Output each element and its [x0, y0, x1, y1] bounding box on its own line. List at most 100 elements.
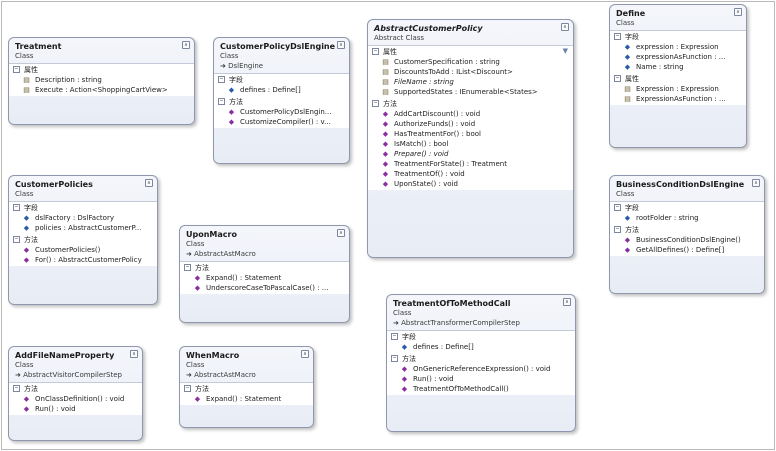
collapse-section-icon[interactable]: − — [13, 204, 20, 211]
collapse-section-icon[interactable]: − — [614, 75, 621, 82]
member-property[interactable]: ▤ Expression : Expression — [610, 84, 746, 94]
member-property[interactable]: ▤ Description : string — [9, 75, 194, 85]
section-header-methods[interactable]: − 方法 — [610, 224, 764, 235]
class-treatment[interactable]: Treatment Class ∧ − 属性 ▤ Description : str… — [8, 37, 195, 125]
collapse-section-icon[interactable]: − — [184, 264, 191, 271]
collapse-section-icon[interactable]: − — [614, 226, 621, 233]
member-field[interactable]: ◆ expressionAsFunction : ... — [610, 52, 746, 62]
filter-icon[interactable]: ▼ — [563, 47, 568, 55]
member-method[interactable]: ◆ For() : AbstractCustomerPolicy — [9, 255, 157, 265]
section-header-fields[interactable]: − 字段 — [387, 331, 575, 342]
member-field[interactable]: ◆ rootFolder : string — [610, 213, 764, 223]
section-header-fields[interactable]: − 字段 — [610, 31, 746, 42]
collapse-icon[interactable]: ∧ — [182, 41, 190, 49]
section-header-methods[interactable]: − 方法 — [180, 383, 313, 394]
class-header: CustomerPolicyDslEngine Class ➜ DslEngin… — [214, 38, 349, 73]
member-field[interactable]: ◆ defines : Define[] — [214, 85, 349, 95]
collapse-icon[interactable]: ∧ — [301, 350, 309, 358]
class-define[interactable]: Define Class ∧ − 字段 ◆ expression : Express… — [609, 4, 747, 148]
class-name: AddFileNameProperty — [15, 351, 115, 360]
member-field[interactable]: ◆ policies : AbstractCustomerP... — [9, 223, 157, 233]
class-name: WhenMacro — [186, 351, 240, 360]
member-method[interactable]: ◆ Prepare() : void — [368, 149, 573, 159]
member-method[interactable]: ◆ CustomerPolicyDslEngin... — [214, 107, 349, 117]
section-header-methods[interactable]: − 方法 — [9, 234, 157, 245]
class-customer-policies[interactable]: CustomerPolicies Class ∧ − 字段 ◆ dslFactory… — [8, 175, 158, 305]
method-icon: ◆ — [194, 274, 201, 282]
member-field[interactable]: ◆ dslFactory : DslFactory — [9, 213, 157, 223]
member-method[interactable]: ◆ Expand() : Statement — [180, 394, 313, 404]
class-when-macro[interactable]: WhenMacro Class ➜ AbstractAstMacro ∧ − 方法… — [179, 346, 314, 428]
collapse-section-icon[interactable]: − — [13, 385, 20, 392]
section-header-methods[interactable]: − 方法 — [387, 353, 575, 364]
collapse-icon[interactable]: ∧ — [145, 179, 153, 187]
member-property[interactable]: ▤ Execute : Action<ShoppingCartView> — [9, 85, 194, 95]
class-customer-policy-dsl-engine[interactable]: CustomerPolicyDslEngine Class ➜ DslEngin… — [213, 37, 350, 164]
collapse-icon[interactable]: ∧ — [561, 23, 569, 31]
class-abstract-customer-policy[interactable]: AbstractCustomerPolicy Abstract Class ∧ … — [367, 19, 574, 258]
member-method[interactable]: ◆ Run() : void — [387, 374, 575, 384]
collapse-section-icon[interactable]: − — [391, 355, 398, 362]
section-header-fields[interactable]: − 字段 — [610, 202, 764, 213]
class-name: TreatmentOfToMethodCall — [393, 299, 511, 308]
collapse-section-icon[interactable]: − — [184, 385, 191, 392]
member-method[interactable]: ◆ AuthorizeFunds() : void — [368, 119, 573, 129]
class-treatment-of-to-method-call[interactable]: TreatmentOfToMethodCall Class ➜ Abstract… — [386, 294, 576, 432]
member-method[interactable]: ◆ TreatmentOfToMethodCall() — [387, 384, 575, 394]
member-property[interactable]: ▤ FileName : string — [368, 77, 573, 87]
class-header: CustomerPolicies Class ∧ — [9, 176, 157, 201]
member-method[interactable]: ◆ GetAllDefines() : Define[] — [610, 245, 764, 255]
member-method[interactable]: ◆ AddCartDiscount() : void — [368, 109, 573, 119]
member-field[interactable]: ◆ Name : string — [610, 62, 746, 72]
member-method[interactable]: ◆ BusinessConditionDslEngine() — [610, 235, 764, 245]
collapse-icon[interactable]: ∧ — [130, 350, 138, 358]
collapse-section-icon[interactable]: − — [218, 76, 225, 83]
section-header-properties[interactable]: − 属性 — [9, 64, 194, 75]
collapse-icon[interactable]: ∧ — [752, 179, 760, 187]
member-method[interactable]: ◆ Run() : void — [9, 404, 142, 414]
method-icon: ◆ — [228, 108, 235, 116]
section-header-properties[interactable]: − 属性 — [610, 73, 746, 84]
member-method[interactable]: ◆ IsMatch() : bool — [368, 139, 573, 149]
collapse-section-icon[interactable]: − — [372, 48, 379, 55]
member-method[interactable]: ◆ HasTreatmentFor() : bool — [368, 129, 573, 139]
member-method[interactable]: ◆ CustomizeCompiler() : v... — [214, 117, 349, 127]
collapse-icon[interactable]: ∧ — [563, 298, 571, 306]
member-method[interactable]: ◆ TreatmentOf() : void — [368, 169, 573, 179]
section-header-methods[interactable]: − 方法 — [9, 383, 142, 394]
collapse-section-icon[interactable]: − — [614, 33, 621, 40]
collapse-section-icon[interactable]: − — [13, 66, 20, 73]
class-business-condition-dsl-engine[interactable]: BusinessConditionDslEngine Class ∧ − 字段 ◆… — [609, 175, 765, 294]
field-icon: ◆ — [624, 63, 631, 71]
collapse-section-icon[interactable]: − — [13, 236, 20, 243]
member-method[interactable]: ◆ Expand() : Statement — [180, 273, 349, 283]
member-field[interactable]: ◆ defines : Define[] — [387, 342, 575, 352]
collapse-section-icon[interactable]: − — [218, 98, 225, 105]
member-property[interactable]: ▤ SupportedStates : IEnumerable<States> — [368, 87, 573, 97]
member-property[interactable]: ▤ ExpressionAsFunction : ... — [610, 94, 746, 104]
collapse-section-icon[interactable]: − — [614, 204, 621, 211]
collapse-section-icon[interactable]: − — [391, 333, 398, 340]
member-method[interactable]: ◆ UponState() : void — [368, 179, 573, 189]
member-property[interactable]: ▤ DiscountsToAdd : IList<Discount> — [368, 67, 573, 77]
class-add-file-name-property[interactable]: AddFileNameProperty Class ➜ AbstractVisi… — [8, 346, 143, 441]
collapse-icon[interactable]: ∧ — [337, 41, 345, 49]
member-field[interactable]: ◆ expression : Expression — [610, 42, 746, 52]
member-method[interactable]: ◆ OnGenericReferenceExpression() : void — [387, 364, 575, 374]
section-header-methods[interactable]: − 方法 — [368, 98, 573, 109]
member-method[interactable]: ◆ OnClassDefinition() : void — [9, 394, 142, 404]
section-header-properties[interactable]: − 属性 — [368, 46, 573, 57]
section-header-methods[interactable]: − 方法 — [214, 96, 349, 107]
collapse-icon[interactable]: ∧ — [337, 229, 345, 237]
member-property[interactable]: ▤ CustomerSpecification : string — [368, 57, 573, 67]
section-header-methods[interactable]: − 方法 — [180, 262, 349, 273]
section-header-fields[interactable]: − 字段 — [214, 74, 349, 85]
collapse-section-icon[interactable]: − — [372, 100, 379, 107]
section-header-fields[interactable]: − 字段 — [9, 202, 157, 213]
member-method[interactable]: ◆ CustomerPolicies() — [9, 245, 157, 255]
member-method[interactable]: ◆ TreatmentForState() : Treatment — [368, 159, 573, 169]
property-icon: ▤ — [624, 85, 631, 93]
collapse-icon[interactable]: ∧ — [734, 8, 742, 16]
member-method[interactable]: ◆ UnderscoreCaseToPascalCase() : ... — [180, 283, 349, 293]
class-upon-macro[interactable]: UponMacro Class ➜ AbstractAstMacro ∧ − 方法… — [179, 225, 350, 323]
